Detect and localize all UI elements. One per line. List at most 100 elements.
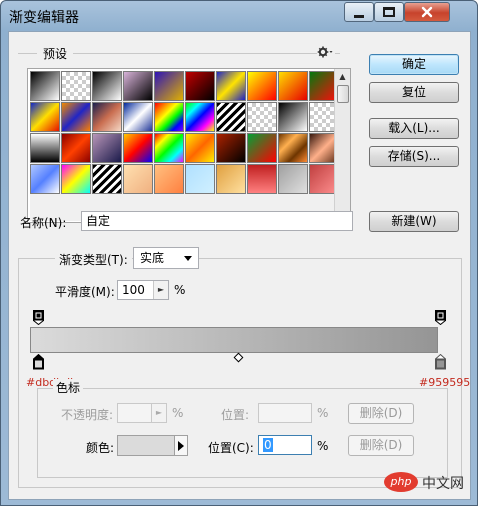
- php-logo-text: php: [390, 475, 412, 488]
- new-button[interactable]: 新建(W): [369, 211, 459, 232]
- preset-swatch[interactable]: [247, 164, 277, 194]
- preset-swatch[interactable]: [92, 102, 122, 132]
- stops-group-border: [37, 388, 448, 478]
- preset-swatch[interactable]: [154, 164, 184, 194]
- gear-icon: [317, 46, 333, 58]
- preset-swatch[interactable]: [61, 133, 91, 163]
- opacity-stop-icon: [435, 310, 446, 326]
- save-button[interactable]: 存储(S)...: [369, 146, 459, 167]
- smoothness-slider-arrow-icon[interactable]: ►: [153, 281, 168, 299]
- preset-swatch[interactable]: [216, 133, 246, 163]
- preset-swatch-grid: [30, 71, 339, 221]
- presets-menu-button[interactable]: [317, 45, 335, 61]
- color-menu-button[interactable]: [175, 435, 188, 456]
- reset-button[interactable]: 复位: [369, 82, 459, 103]
- preset-swatch[interactable]: [278, 102, 308, 132]
- gradient-editor-window: 渐变编辑器 预设 ▲ ▼: [0, 0, 478, 506]
- stops-title: 色标: [53, 379, 84, 396]
- preset-swatch[interactable]: [123, 102, 153, 132]
- preset-swatch[interactable]: [247, 133, 277, 163]
- load-button[interactable]: 载入(L)...: [369, 118, 459, 139]
- color-stop-icon: [33, 353, 44, 370]
- opacity-location-label: 位置:: [221, 408, 250, 422]
- preset-swatch[interactable]: [123, 71, 153, 101]
- opacity-input: ►: [117, 403, 167, 423]
- smoothness-value: 100: [122, 283, 145, 297]
- preset-swatch[interactable]: [92, 71, 122, 101]
- close-icon: [421, 6, 433, 18]
- preset-list[interactable]: ▲ ▼: [27, 68, 351, 223]
- preset-swatch[interactable]: [61, 71, 91, 101]
- watermark-text: 中文网: [422, 476, 464, 492]
- dialog-body: 预设 ▲ ▼ 确定 复位 载入(L)... 存储(S)... 名称(N): 自定…: [8, 31, 471, 500]
- gradient-preview-bar[interactable]: [30, 327, 438, 353]
- color-stop-left[interactable]: [33, 353, 44, 373]
- color-stop-icon: [435, 353, 446, 370]
- preset-swatch[interactable]: [278, 71, 308, 101]
- preset-scrollbar[interactable]: ▲ ▼: [334, 69, 350, 222]
- preset-swatch[interactable]: [185, 102, 215, 132]
- color-stop-right[interactable]: [435, 353, 446, 373]
- window-title: 渐变编辑器: [9, 10, 79, 26]
- preset-swatch[interactable]: [30, 71, 60, 101]
- preset-swatch[interactable]: [247, 71, 277, 101]
- color-location-percent: %: [317, 439, 329, 453]
- smoothness-percent: %: [174, 283, 186, 297]
- preset-swatch[interactable]: [92, 133, 122, 163]
- color-location-input[interactable]: 0: [258, 435, 312, 455]
- opacity-stop-icon: [33, 310, 44, 326]
- delete-opacity-stop-button: 删除(D): [348, 403, 414, 424]
- scroll-thumb[interactable]: [337, 85, 349, 103]
- smoothness-label: 平滑度(M):: [55, 285, 115, 299]
- color-swatch[interactable]: [117, 435, 175, 456]
- opacity-label: 不透明度:: [61, 408, 114, 422]
- preset-swatch[interactable]: [154, 102, 184, 132]
- preset-swatch[interactable]: [154, 71, 184, 101]
- scroll-up-icon[interactable]: ▲: [337, 71, 348, 82]
- title-bar[interactable]: 渐变编辑器: [1, 1, 477, 31]
- preset-swatch[interactable]: [185, 164, 215, 194]
- opacity-slider-arrow-icon: ►: [151, 404, 166, 422]
- php-logo: php: [384, 472, 418, 492]
- color-label: 颜色:: [86, 441, 115, 455]
- preset-swatch[interactable]: [278, 164, 308, 194]
- preset-swatch[interactable]: [123, 133, 153, 163]
- preset-swatch[interactable]: [92, 164, 122, 194]
- chevron-down-icon: [184, 256, 192, 261]
- preset-swatch[interactable]: [30, 133, 60, 163]
- opacity-location-percent: %: [317, 406, 329, 420]
- maximize-button[interactable]: [374, 2, 404, 22]
- name-input[interactable]: 自定: [81, 211, 353, 231]
- preset-swatch[interactable]: [216, 102, 246, 132]
- preset-swatch[interactable]: [30, 164, 60, 194]
- opacity-percent: %: [172, 406, 184, 420]
- smoothness-input[interactable]: 100 ►: [117, 280, 169, 300]
- preset-swatch[interactable]: [154, 133, 184, 163]
- chevron-right-icon: [178, 441, 184, 451]
- minimize-icon: [354, 14, 364, 18]
- preset-swatch[interactable]: [123, 164, 153, 194]
- color-location-value: 0: [263, 438, 273, 452]
- preset-swatch[interactable]: [185, 71, 215, 101]
- preset-swatch[interactable]: [30, 102, 60, 132]
- name-label: 名称(N):: [20, 216, 67, 230]
- preset-swatch[interactable]: [247, 102, 277, 132]
- maximize-icon: [383, 7, 395, 17]
- opacity-stop-right[interactable]: [435, 310, 446, 328]
- preset-swatch[interactable]: [61, 164, 91, 194]
- preset-swatch[interactable]: [278, 133, 308, 163]
- minimize-button[interactable]: [344, 2, 374, 22]
- gradient-type-value: 实底: [140, 251, 165, 265]
- delete-color-stop-button: 删除(D): [348, 435, 414, 456]
- preset-swatch[interactable]: [61, 102, 91, 132]
- close-button[interactable]: [404, 2, 450, 22]
- color-location-label: 位置(C):: [208, 441, 254, 455]
- opacity-location-input: [258, 403, 312, 423]
- gradient-type-select[interactable]: 实底: [133, 247, 199, 269]
- watermark: php 中文网: [384, 470, 474, 494]
- preset-swatch[interactable]: [216, 164, 246, 194]
- opacity-stop-left[interactable]: [33, 310, 44, 328]
- preset-swatch[interactable]: [216, 71, 246, 101]
- preset-swatch[interactable]: [185, 133, 215, 163]
- ok-button[interactable]: 确定: [369, 54, 459, 75]
